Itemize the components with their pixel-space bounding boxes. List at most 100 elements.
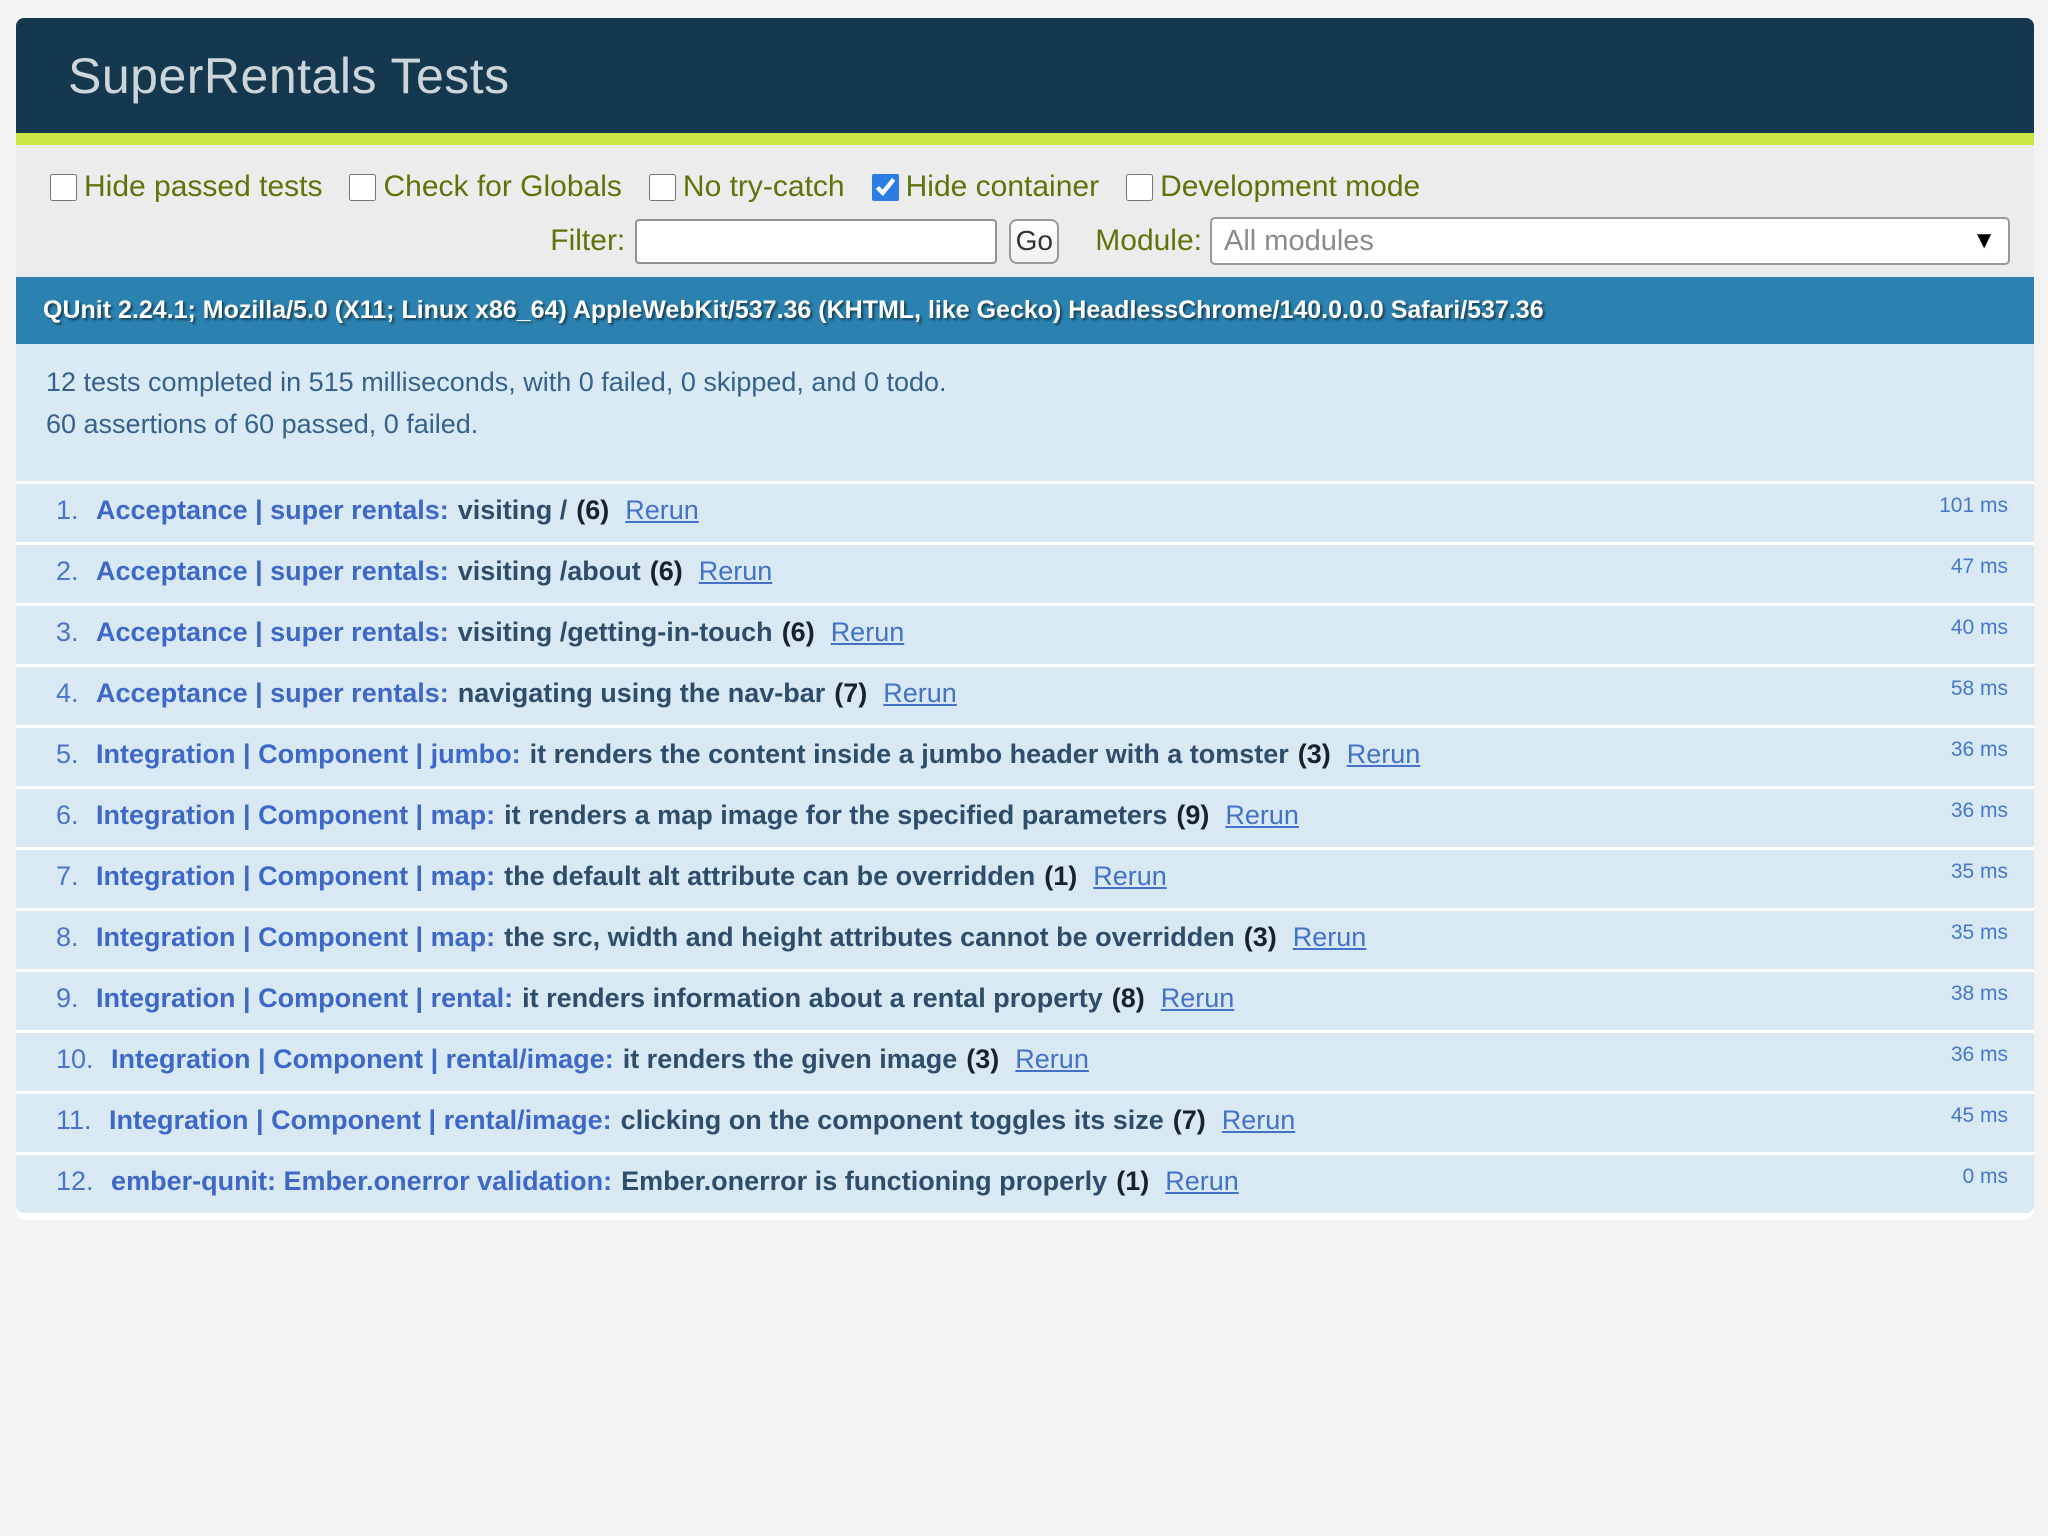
- toolbar-checkbox-label: No try-catch: [683, 170, 845, 204]
- filter-label: Filter:: [550, 224, 625, 258]
- test-assertion-count: (6): [782, 617, 815, 647]
- test-runtime: 38 ms: [1951, 982, 2008, 1006]
- test-assertion-count: (7): [1173, 1105, 1206, 1135]
- test-assertion-count: (3): [1298, 739, 1331, 769]
- test-ordinal: 6.: [56, 800, 86, 830]
- rerun-link[interactable]: Rerun: [1225, 800, 1299, 830]
- test-ordinal: 1.: [56, 495, 86, 525]
- test-assertion-count: (7): [834, 678, 867, 708]
- test-runtime: 47 ms: [1951, 555, 2008, 579]
- test-row: 2. Acceptance | super rentals: visiting /…: [16, 542, 2034, 603]
- toolbar-checkbox-label: Hide container: [906, 170, 1099, 204]
- filter-input[interactable]: [635, 219, 997, 264]
- module-select[interactable]: All modules: [1210, 217, 2010, 265]
- pass-status-bar: [16, 133, 2034, 145]
- test-runtime: 36 ms: [1951, 1043, 2008, 1067]
- test-row: 3. Acceptance | super rentals:visiting /…: [16, 603, 2034, 664]
- page-header: SuperRentals Tests: [16, 18, 2034, 133]
- test-runtime: 35 ms: [1951, 860, 2008, 884]
- test-module-name: Integration | Component | map:: [96, 922, 495, 952]
- test-name: it renders the content inside a jumbo he…: [530, 739, 1289, 769]
- toolbar-filter-row: Filter: Go Module: All modules ▼: [50, 217, 2010, 265]
- test-ordinal: 9.: [56, 983, 86, 1013]
- rerun-link[interactable]: Rerun: [699, 556, 773, 586]
- test-runtime: 36 ms: [1951, 799, 2008, 823]
- test-row: 12. ember-qunit: Ember.onerror validatio…: [16, 1152, 2034, 1213]
- test-assertion-count: (3): [1244, 922, 1277, 952]
- test-name: it renders information about a rental pr…: [522, 983, 1103, 1013]
- toolbar-checkbox[interactable]: [1126, 174, 1153, 201]
- summary-line-2: 60 assertions of 60 passed, 0 failed.: [46, 403, 2004, 445]
- test-runtime: 35 ms: [1951, 921, 2008, 945]
- test-module-name: Integration | Component | map:: [96, 800, 495, 830]
- rerun-link[interactable]: Rerun: [1015, 1044, 1089, 1074]
- rerun-link[interactable]: Rerun: [1161, 983, 1235, 1013]
- toolbar-checkbox-option[interactable]: Hide container: [872, 170, 1099, 204]
- toolbar-checkbox-option[interactable]: Check for Globals: [349, 170, 621, 204]
- toolbar-checkbox[interactable]: [872, 174, 899, 201]
- test-ordinal: 2.: [56, 556, 86, 586]
- test-module-name: Integration | Component | jumbo:: [96, 739, 521, 769]
- test-name: visiting /getting-in-touch: [458, 617, 773, 647]
- go-button[interactable]: Go: [1009, 219, 1059, 264]
- test-module-name: Integration | Component | rental/image:: [111, 1044, 614, 1074]
- test-runtime: 45 ms: [1951, 1104, 2008, 1128]
- test-assertion-count: (6): [576, 495, 609, 525]
- user-agent-banner: QUnit 2.24.1; Mozilla/5.0 (X11; Linux x8…: [16, 277, 2034, 344]
- module-select-wrap: All modules ▼: [1210, 217, 2010, 265]
- test-assertion-count: (6): [650, 556, 683, 586]
- test-name: the default alt attribute can be overrid…: [504, 861, 1035, 891]
- test-ordinal: 5.: [56, 739, 86, 769]
- toolbar-checkbox-label: Development mode: [1160, 170, 1420, 204]
- test-assertion-count: (1): [1044, 861, 1077, 891]
- rerun-link[interactable]: Rerun: [1222, 1105, 1296, 1135]
- test-name: it renders the given image: [623, 1044, 958, 1074]
- rerun-link[interactable]: Rerun: [1293, 922, 1367, 952]
- test-assertion-count: (9): [1176, 800, 1209, 830]
- test-row: 1. Acceptance | super rentals:visiting /…: [16, 481, 2034, 542]
- test-module-name: Acceptance | super rentals:: [96, 495, 449, 525]
- test-ordinal: 11.: [56, 1105, 99, 1135]
- toolbar-checkbox[interactable]: [50, 174, 77, 201]
- test-ordinal: 4.: [56, 678, 86, 708]
- test-ordinal: 10.: [56, 1044, 101, 1074]
- toolbar-checkbox[interactable]: [349, 174, 376, 201]
- toolbar-checkbox-option[interactable]: Development mode: [1126, 170, 1420, 204]
- test-row: 6. Integration | Component | map: it rend…: [16, 786, 2034, 847]
- rerun-link[interactable]: Rerun: [831, 617, 905, 647]
- module-label: Module:: [1095, 224, 1202, 258]
- test-row: 8. Integration | Component | map:the src…: [16, 908, 2034, 969]
- test-ordinal: 7.: [56, 861, 86, 891]
- test-runtime: 36 ms: [1951, 738, 2008, 762]
- test-runtime: 58 ms: [1951, 677, 2008, 701]
- test-ordinal: 12.: [56, 1166, 101, 1196]
- test-row: 7. Integration | Component | map:the def…: [16, 847, 2034, 908]
- test-module-name: Integration | Component | rental/image:: [109, 1105, 612, 1135]
- test-name: the src, width and height attributes can…: [504, 922, 1235, 952]
- rerun-link[interactable]: Rerun: [883, 678, 957, 708]
- toolbar-checkbox-label: Check for Globals: [383, 170, 621, 204]
- test-name: visiting /about: [458, 556, 641, 586]
- test-module-name: Acceptance | super rentals:: [96, 678, 449, 708]
- test-module-name: ember-qunit: Ember.onerror validation:: [111, 1166, 612, 1196]
- test-row: 9. Integration | Component | rental:it r…: [16, 969, 2034, 1030]
- test-runtime: 40 ms: [1951, 616, 2008, 640]
- toolbar-checkbox-option[interactable]: No try-catch: [649, 170, 845, 204]
- page-title[interactable]: SuperRentals Tests: [68, 47, 510, 105]
- test-ordinal: 3.: [56, 617, 86, 647]
- summary-line-1: 12 tests completed in 515 milliseconds, …: [46, 361, 2004, 403]
- testrunner-toolbar: Hide passed tests Check for Globals No t…: [16, 145, 2034, 277]
- toolbar-checkbox-row: Hide passed tests Check for Globals No t…: [50, 170, 2010, 204]
- rerun-link[interactable]: Rerun: [1165, 1166, 1239, 1196]
- test-list: 1. Acceptance | super rentals: visiting /…: [16, 481, 2034, 1220]
- test-row: 11. Integration | Component | rental/ima…: [16, 1091, 2034, 1152]
- toolbar-checkbox-option[interactable]: Hide passed tests: [50, 170, 322, 204]
- rerun-link[interactable]: Rerun: [1093, 861, 1167, 891]
- test-row: 5. Integration | Component | jumbo: it re…: [16, 725, 2034, 786]
- test-module-name: Acceptance | super rentals:: [96, 556, 449, 586]
- rerun-link[interactable]: Rerun: [1347, 739, 1421, 769]
- test-name: navigating using the nav-bar: [458, 678, 826, 708]
- rerun-link[interactable]: Rerun: [625, 495, 699, 525]
- toolbar-checkbox[interactable]: [649, 174, 676, 201]
- test-name: it renders a map image for the specified…: [504, 800, 1167, 830]
